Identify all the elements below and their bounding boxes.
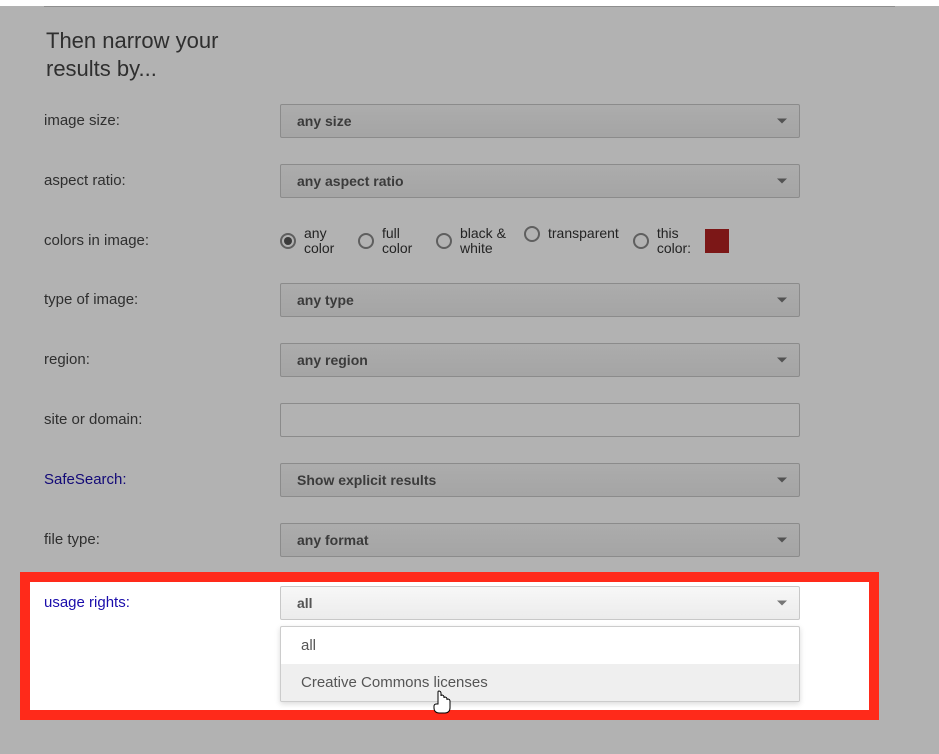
caret-down-icon xyxy=(777,119,787,124)
dropdown-file-type-value: any format xyxy=(297,532,369,548)
dropdown-menu-usage-rights: all Creative Commons licenses xyxy=(280,626,800,702)
label-site-domain: site or domain: xyxy=(44,403,280,428)
dropdown-safesearch-value: Show explicit results xyxy=(297,472,436,488)
color-swatch[interactable] xyxy=(705,229,729,253)
radio-label-full: full color xyxy=(382,226,422,257)
label-type-of-image: type of image: xyxy=(44,283,280,308)
caret-down-icon xyxy=(777,537,787,542)
radio-label-this-color: this color: xyxy=(657,226,697,257)
row-aspect-ratio: aspect ratio: any aspect ratio xyxy=(44,164,895,198)
radio-transparent[interactable]: transparent xyxy=(524,226,619,242)
dropdown-image-size[interactable]: any size xyxy=(280,104,800,138)
row-safesearch: SafeSearch: Show explicit results xyxy=(44,463,895,497)
caret-down-icon xyxy=(777,601,787,606)
radio-black-white[interactable]: black & white xyxy=(436,226,510,257)
radio-icon xyxy=(633,233,649,249)
radio-this-color[interactable]: this color: xyxy=(633,226,729,257)
dropdown-type-value: any type xyxy=(297,292,354,308)
caret-down-icon xyxy=(777,477,787,482)
divider xyxy=(44,6,895,7)
row-type-of-image: type of image: any type xyxy=(44,283,895,317)
section-heading: Then narrow your results by... xyxy=(46,27,246,82)
dropdown-usage-rights-value: all xyxy=(297,595,313,611)
radio-any-color[interactable]: any color xyxy=(280,226,344,257)
dropdown-region[interactable]: any region xyxy=(280,343,800,377)
radio-icon xyxy=(524,226,540,242)
highlight-usage-rights: usage rights: all all Creative Commons l… xyxy=(20,572,879,720)
radio-full-color[interactable]: full color xyxy=(358,226,422,257)
advanced-image-search-form: Then narrow your results by... image siz… xyxy=(0,6,939,754)
radio-label-any: any color xyxy=(304,226,344,257)
dropdown-image-size-value: any size xyxy=(297,113,351,129)
row-image-size: image size: any size xyxy=(44,104,895,138)
dropdown-usage-rights[interactable]: all xyxy=(280,586,800,620)
radio-group-colors: any color full color black & white trans… xyxy=(280,224,800,257)
caret-down-icon xyxy=(777,297,787,302)
menu-item-all[interactable]: all xyxy=(281,627,799,664)
dropdown-aspect-ratio-value: any aspect ratio xyxy=(297,173,404,189)
input-site-domain[interactable] xyxy=(280,403,800,437)
menu-item-creative-commons[interactable]: Creative Commons licenses xyxy=(281,664,799,701)
dropdown-region-value: any region xyxy=(297,352,368,368)
radio-icon xyxy=(358,233,374,249)
label-file-type: file type: xyxy=(44,523,280,548)
row-site-domain: site or domain: xyxy=(44,403,895,437)
row-region: region: any region xyxy=(44,343,895,377)
radio-label-bw: black & white xyxy=(460,226,510,257)
radio-icon xyxy=(280,233,296,249)
dropdown-aspect-ratio[interactable]: any aspect ratio xyxy=(280,164,800,198)
dropdown-file-type[interactable]: any format xyxy=(280,523,800,557)
row-colors: colors in image: any color full color bl… xyxy=(44,224,895,257)
label-colors: colors in image: xyxy=(44,224,280,249)
label-region: region: xyxy=(44,343,280,368)
label-safesearch[interactable]: SafeSearch: xyxy=(44,463,280,488)
label-aspect-ratio: aspect ratio: xyxy=(44,164,280,189)
radio-label-transparent: transparent xyxy=(548,226,619,241)
row-file-type: file type: any format xyxy=(44,523,895,557)
dropdown-type-of-image[interactable]: any type xyxy=(280,283,800,317)
label-usage-rights[interactable]: usage rights: xyxy=(44,586,280,611)
caret-down-icon xyxy=(777,357,787,362)
label-image-size: image size: xyxy=(44,104,280,129)
caret-down-icon xyxy=(777,179,787,184)
radio-icon xyxy=(436,233,452,249)
dropdown-safesearch[interactable]: Show explicit results xyxy=(280,463,800,497)
